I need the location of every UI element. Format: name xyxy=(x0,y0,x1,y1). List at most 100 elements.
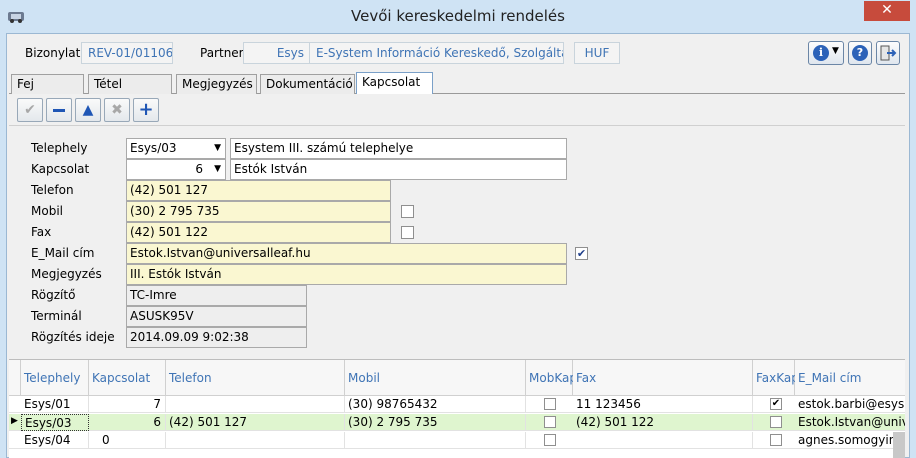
megjegyzes-label: Megjegyzés xyxy=(31,267,102,281)
currency-field[interactable]: HUF xyxy=(574,42,620,64)
partner-label: Partner xyxy=(200,46,244,60)
add-button[interactable]: + xyxy=(133,98,159,122)
help-button[interactable]: ? xyxy=(848,41,872,65)
cell-mobil: (30) 2 795 735 xyxy=(345,414,526,431)
telephely-name-field: Esystem III. számú telephelye xyxy=(230,138,567,159)
grid-scrollbar[interactable] xyxy=(893,432,905,458)
cell-kapcsolat: 0 xyxy=(89,432,166,449)
col-faxkap[interactable]: FaxKap xyxy=(753,360,799,396)
telephely-combo[interactable]: Esys/03 ▼ xyxy=(126,138,226,159)
partner-code-field[interactable]: Esys xyxy=(243,42,311,64)
telephely-value: Esys/03 xyxy=(130,141,177,155)
telefon-input[interactable]: (42) 501 127 xyxy=(126,180,391,201)
cell-telephely: Esys/01 xyxy=(21,396,89,413)
cell-faxkap-checkbox[interactable] xyxy=(770,416,782,428)
fax-input[interactable]: (42) 501 122 xyxy=(126,222,391,243)
bizonylat-label: Bizonylat xyxy=(25,46,81,60)
cell-faxkap-checkbox[interactable] xyxy=(770,434,782,446)
close-icon: ✖ xyxy=(111,102,123,118)
rogzito-label: Rögzítő xyxy=(31,288,76,302)
cell-faxkap-checkbox[interactable]: ✔ xyxy=(770,398,782,410)
row-indicator-header xyxy=(9,360,21,396)
tab-kapcsolat[interactable]: Kapcsolat xyxy=(356,72,433,94)
cancel-button[interactable]: ✖ xyxy=(104,98,130,122)
cell-kapcsolat: 7 xyxy=(89,396,166,413)
main-window: Bizonylat REV-01/01106 Partner Esys E-Sy… xyxy=(6,33,910,458)
mobil-checkbox[interactable] xyxy=(401,205,414,218)
mobil-input[interactable]: (30) 2 795 735 xyxy=(126,201,391,222)
row-pointer-icon: ▶ xyxy=(11,416,18,426)
megjegyzes-input[interactable]: III. Estók István xyxy=(126,264,567,285)
kapcsolat-combo[interactable]: 6 ▼ xyxy=(126,159,226,180)
col-email[interactable]: E_Mail cím xyxy=(795,360,905,396)
cell-mobkap-checkbox[interactable] xyxy=(544,398,556,410)
cell-fax: (42) 501 122 xyxy=(573,414,753,431)
cell-email: estok.barbi@esys xyxy=(798,397,905,411)
triangle-up-icon: ▲ xyxy=(82,102,94,118)
col-fax[interactable]: Fax xyxy=(573,360,753,396)
cell-mobil: (30) 98765432 xyxy=(345,396,526,413)
check-icon: ✔ xyxy=(771,398,781,409)
info-menu-button[interactable]: i ▼ xyxy=(808,41,844,65)
info-icon: i xyxy=(813,45,829,61)
mobil-label: Mobil xyxy=(31,204,63,218)
contacts-grid: Telephely Kapcsolat Telefon Mobil MobKap… xyxy=(9,359,905,458)
cell-telefon xyxy=(166,432,345,449)
move-up-button[interactable]: ▲ xyxy=(75,98,101,122)
chevron-down-icon: ▼ xyxy=(214,143,221,153)
bizonylat-field[interactable]: REV-01/01106 xyxy=(81,42,173,64)
cell-telefon xyxy=(166,396,345,413)
kapcsolat-name-field: Estók István xyxy=(230,159,567,180)
table-row-selected[interactable]: ▶ Esys/03 6 (42) 501 127 (30) 2 795 735 … xyxy=(9,414,905,431)
email-input[interactable]: Estok.Istvan@universalleaf.hu xyxy=(126,243,567,264)
cell-mobil xyxy=(345,432,526,449)
cell-mobkap-checkbox[interactable] xyxy=(544,434,556,446)
exit-button[interactable] xyxy=(876,41,900,65)
cell-telephely: Esys/04 xyxy=(21,432,89,449)
minus-icon xyxy=(53,108,65,112)
email-label: E_Mail cím xyxy=(31,246,95,260)
check-icon: ✔ xyxy=(24,102,36,118)
cell-mobkap-checkbox[interactable] xyxy=(544,416,556,428)
cell-telephely: Esys/03 xyxy=(21,414,89,431)
delete-button[interactable] xyxy=(46,98,72,122)
rogzito-field: TC-Imre xyxy=(126,285,307,306)
check-icon: ✔ xyxy=(576,247,587,260)
plus-icon: + xyxy=(138,99,154,120)
col-mobil[interactable]: Mobil xyxy=(345,360,526,396)
tab-bar: Fej adatok Tétel adatok Megjegyzés Dokum… xyxy=(9,72,905,109)
fax-label: Fax xyxy=(31,225,52,239)
contact-form: Telephely Esys/03 ▼ Esystem III. számú t… xyxy=(9,127,905,357)
kapcsolat-value: 6 xyxy=(195,162,203,176)
fax-checkbox[interactable] xyxy=(401,226,414,239)
exit-icon xyxy=(880,45,897,61)
cell-email: Estok.Istvan@univ xyxy=(798,415,905,429)
chevron-down-icon: ▼ xyxy=(832,46,839,56)
tab-fej-adatok[interactable]: Fej adatok xyxy=(11,74,84,109)
cell-kapcsolat: 6 xyxy=(89,414,166,431)
kapcsolat-label: Kapcsolat xyxy=(31,162,90,176)
col-telefon[interactable]: Telefon xyxy=(166,360,345,396)
cell-telefon: (42) 501 127 xyxy=(166,414,345,431)
cell-email: agnes.somogyine xyxy=(798,433,904,447)
window-title: Vevői kereskedelmi rendelés xyxy=(351,7,565,25)
title-bar: Vevői kereskedelmi rendelés ✕ xyxy=(0,0,916,33)
table-row[interactable]: Esys/01 7 (30) 98765432 11 123456 ✔ esto… xyxy=(9,396,905,413)
col-kapcsolat[interactable]: Kapcsolat xyxy=(89,360,166,396)
email-checkbox[interactable]: ✔ xyxy=(575,247,588,260)
chevron-down-icon: ▼ xyxy=(214,164,221,174)
table-row[interactable]: Esys/04 0 agnes.somogyine xyxy=(9,432,905,449)
terminal-label: Terminál xyxy=(31,309,82,323)
confirm-button[interactable]: ✔ xyxy=(17,98,43,122)
tab-dokumentacio[interactable]: Dokumentáció xyxy=(260,74,355,94)
col-mobkap[interactable]: MobKap xyxy=(526,360,577,396)
close-button[interactable]: ✕ xyxy=(864,1,910,21)
telephely-label: Telephely xyxy=(31,141,88,155)
telefon-label: Telefon xyxy=(31,183,74,197)
tab-tetel-adatok[interactable]: Tétel adatok xyxy=(88,74,172,109)
terminal-field: ASUSK95V xyxy=(126,306,307,327)
partner-name-field[interactable]: E-System Információ Kereskedő, Szolgálta… xyxy=(309,42,564,64)
record-toolbar: ✔ ▲ ✖ + xyxy=(9,95,905,126)
col-telephely[interactable]: Telephely xyxy=(21,360,89,396)
tab-megjegyzes[interactable]: Megjegyzés xyxy=(176,74,257,94)
